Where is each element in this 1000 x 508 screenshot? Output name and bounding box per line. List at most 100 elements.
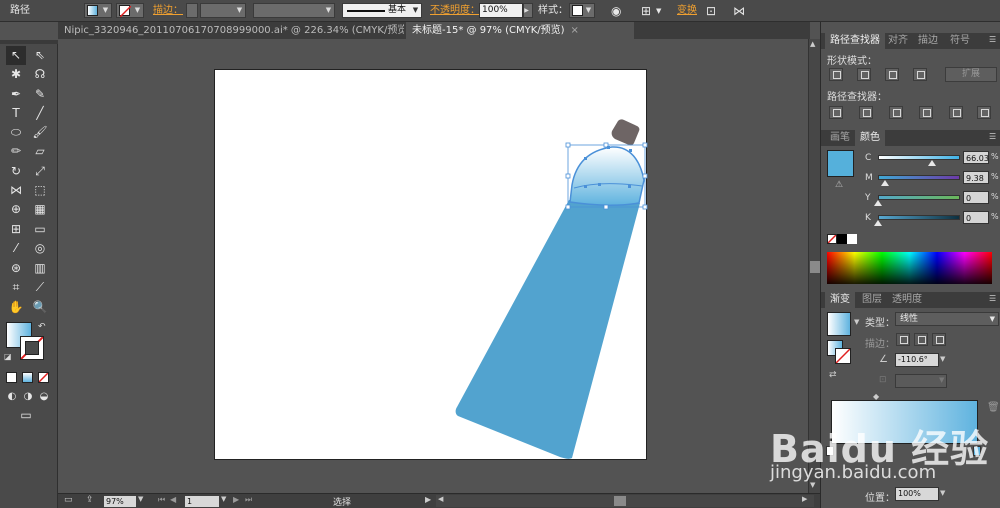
- gradient-stop-right[interactable]: [973, 446, 981, 456]
- channel-m-input[interactable]: 9.38: [963, 171, 989, 184]
- percent-sign: %: [991, 172, 999, 181]
- stroke-within-icon[interactable]: [896, 333, 910, 346]
- share-icon[interactable]: ⇪: [86, 495, 94, 505]
- channel-y-slider[interactable]: [878, 195, 960, 200]
- scroll-right-icon[interactable]: ▶: [802, 495, 807, 503]
- white-swatch[interactable]: [847, 234, 857, 244]
- pathfinders-label: 路径查找器：: [827, 92, 887, 103]
- channel-c-slider[interactable]: [878, 155, 960, 160]
- chevron-down-icon[interactable]: ▼: [939, 376, 944, 384]
- channel-c-label: C: [865, 153, 872, 163]
- crop-icon[interactable]: [919, 106, 933, 119]
- angle-icon: ∠: [879, 354, 888, 365]
- tab-align[interactable]: 对齐: [883, 33, 913, 49]
- merge-icon[interactable]: [889, 106, 903, 119]
- channel-c-knob[interactable]: [928, 160, 937, 166]
- gradient-thumbnail[interactable]: [827, 312, 851, 336]
- minus-back-icon[interactable]: [977, 106, 991, 119]
- color-spectrum[interactable]: [827, 252, 992, 284]
- chevron-down-icon[interactable]: ▼: [940, 355, 945, 363]
- scroll-up-icon[interactable]: ▲: [810, 40, 815, 48]
- stroke-along-icon[interactable]: [914, 333, 928, 346]
- channel-k-slider[interactable]: [878, 215, 960, 220]
- chevron-down-icon[interactable]: ▼: [940, 489, 945, 497]
- horizontal-scrollbar[interactable]: ◀ ▶: [436, 495, 814, 507]
- gradient-type-select[interactable]: 线性 ▼: [895, 312, 999, 326]
- tab-color[interactable]: 颜色: [855, 130, 885, 146]
- black-swatch[interactable]: [837, 234, 847, 244]
- delete-stop-icon[interactable]: 🗑: [987, 402, 1000, 413]
- exclude-icon[interactable]: [913, 68, 927, 81]
- right-panels: 路径查找器 对齐 描边 符号 ☰ 形状模式： 扩展 路径查找器： 画笔 颜色 ☰…: [820, 22, 1000, 508]
- tab-symbols[interactable]: 符号: [945, 33, 975, 49]
- channel-y-knob[interactable]: [874, 200, 882, 206]
- scroll-left-icon[interactable]: ◀: [438, 495, 443, 503]
- expand-button[interactable]: 扩展: [945, 67, 997, 82]
- prev-artboard-icon[interactable]: ◀: [170, 495, 176, 504]
- horizontal-scroll-thumb[interactable]: [614, 496, 626, 506]
- current-tool-label: 选择: [333, 498, 352, 508]
- tab-layers[interactable]: 图层: [857, 292, 887, 308]
- chevron-down-icon[interactable]: ▼: [854, 318, 859, 326]
- gradient-tabs: 渐变 图层 透明度 ☰: [821, 292, 1000, 308]
- scroll-down-icon[interactable]: ▼: [810, 481, 815, 489]
- shape-modes-label: 形状模式：: [827, 56, 877, 67]
- chevron-right-icon[interactable]: ▶: [425, 495, 431, 504]
- reverse-gradient-icon[interactable]: ⇄: [829, 370, 837, 380]
- gradient-type-value: 线性: [900, 314, 919, 324]
- gradient-stroke-mini[interactable]: [835, 348, 851, 364]
- unite-icon[interactable]: [829, 68, 843, 81]
- divide-icon[interactable]: [829, 106, 843, 119]
- chevron-down-icon[interactable]: ▼: [138, 495, 143, 503]
- channel-y-label: Y: [865, 193, 871, 203]
- panel-menu-icon[interactable]: ☰: [989, 35, 996, 44]
- panel-menu-icon[interactable]: ☰: [989, 132, 996, 141]
- chevron-down-icon[interactable]: ▼: [221, 495, 226, 503]
- tube-body[interactable]: [455, 200, 640, 459]
- tube-cap[interactable]: [611, 119, 640, 146]
- zoom-input[interactable]: 97%: [104, 496, 136, 507]
- channel-k-input[interactable]: 0: [963, 211, 989, 224]
- channel-k-knob[interactable]: [874, 220, 882, 226]
- stroke-across-icon[interactable]: [932, 333, 946, 346]
- current-color-swatch[interactable]: [827, 150, 854, 177]
- percent-sign: %: [991, 192, 999, 201]
- channel-m-label: M: [865, 173, 873, 183]
- minus-front-icon[interactable]: [857, 68, 871, 81]
- illustrator-window: 路径 ▼ ▼ 描边： ▼ ▼ 基本 ▼ 不透明度： 100% ▶ 样式： ▼ ◉…: [0, 0, 1000, 508]
- location-input[interactable]: 100%: [895, 487, 939, 501]
- out-of-gamut-icon[interactable]: ⚠: [835, 180, 843, 190]
- trim-icon[interactable]: [859, 106, 873, 119]
- last-artboard-icon[interactable]: ⏭: [245, 495, 252, 505]
- panel-menu-icon[interactable]: ☰: [989, 294, 996, 303]
- angle-input[interactable]: -110.6°: [895, 353, 939, 367]
- channel-c-input[interactable]: 66.03: [963, 151, 989, 164]
- gradient-stop-left[interactable]: [826, 446, 834, 456]
- channel-y-input[interactable]: 0: [963, 191, 989, 204]
- tab-stroke[interactable]: 描边: [913, 33, 943, 49]
- intersect-icon[interactable]: [885, 68, 899, 81]
- tab-brushes[interactable]: 画笔: [825, 130, 855, 146]
- percent-sign: %: [991, 152, 999, 161]
- channel-m-slider[interactable]: [878, 175, 960, 180]
- quick-swatches[interactable]: [827, 234, 857, 244]
- vertical-scroll-thumb[interactable]: [810, 261, 820, 273]
- outline-icon[interactable]: [949, 106, 963, 119]
- aspect-ratio-icon: ⊡: [879, 375, 887, 385]
- color-tabs: 画笔 颜色 ☰: [821, 130, 1000, 146]
- percent-sign: %: [991, 212, 999, 221]
- artboard-number-input[interactable]: 1: [185, 496, 219, 507]
- none-swatch[interactable]: [827, 234, 837, 244]
- first-artboard-icon[interactable]: ⏮: [158, 495, 165, 505]
- tab-transparency[interactable]: 透明度: [887, 292, 927, 308]
- tab-pathfinder[interactable]: 路径查找器: [825, 33, 885, 49]
- artboard-nav-icon[interactable]: ▭: [64, 495, 73, 505]
- tab-gradient[interactable]: 渐变: [825, 292, 855, 308]
- next-artboard-icon[interactable]: ▶: [233, 495, 239, 504]
- channel-m-knob[interactable]: [881, 180, 890, 186]
- vertical-scrollbar[interactable]: ▲ ▼: [808, 39, 820, 493]
- location-label: 位置：: [865, 493, 895, 504]
- gradient-stroke-label: 描边：: [865, 339, 895, 350]
- tube-shoulder[interactable]: [569, 146, 645, 206]
- gradient-slider[interactable]: [831, 400, 978, 444]
